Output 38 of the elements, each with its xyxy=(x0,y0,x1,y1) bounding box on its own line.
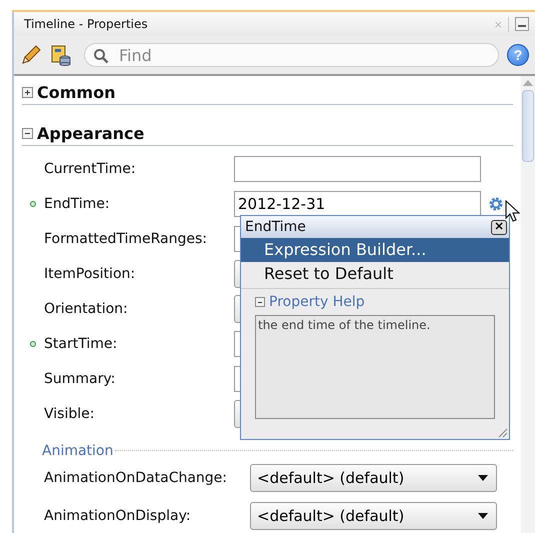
dropdown[interactable]: <default> (default) xyxy=(250,464,497,492)
help-text: the end time of the timeline. xyxy=(255,315,495,419)
mouse-pointer-icon xyxy=(505,200,521,224)
property-label: EndTime: xyxy=(44,196,111,212)
dropdown-arrow-icon xyxy=(478,513,488,519)
property-label: AnimationOnDisplay: xyxy=(44,508,192,524)
property-label: AnimationOnDataChange: xyxy=(44,470,228,486)
subsection-title: Animation xyxy=(42,443,114,459)
help-title: Property Help xyxy=(269,294,365,310)
resize-grip-icon[interactable] xyxy=(498,428,508,438)
property-label: ItemPosition: xyxy=(44,266,136,282)
document-database-icon[interactable] xyxy=(50,44,72,66)
pencil-icon[interactable] xyxy=(20,44,42,66)
menu-item[interactable]: Reset to Default xyxy=(241,262,509,286)
expand-icon[interactable] xyxy=(22,86,33,98)
scrollbar[interactable] xyxy=(521,76,535,533)
text-field[interactable] xyxy=(234,156,481,182)
search-field[interactable]: Find xyxy=(84,43,499,67)
collapse-icon[interactable] xyxy=(22,128,33,138)
collapse-icon[interactable] xyxy=(255,297,265,307)
property-label: FormattedTimeRanges: xyxy=(44,230,208,246)
window-title: Timeline - Properties xyxy=(24,17,149,31)
dropdown-arrow-icon xyxy=(478,475,488,481)
close-button[interactable]: ✕ xyxy=(491,220,507,234)
dropdown[interactable]: <default> (default) xyxy=(250,502,497,530)
minimize-button[interactable] xyxy=(515,17,529,31)
gear-icon[interactable] xyxy=(488,196,504,212)
property-label: CurrentTime: xyxy=(44,160,137,176)
section-header[interactable]: Appearance xyxy=(22,121,513,146)
property-label: StartTime: xyxy=(44,336,118,352)
property-label: Orientation: xyxy=(44,300,129,316)
section-header[interactable]: Common xyxy=(22,80,513,105)
text-field[interactable]: 2012-12-31 xyxy=(234,190,481,216)
menu-item[interactable]: Expression Builder... xyxy=(241,238,509,262)
property-label: Summary: xyxy=(44,370,116,386)
property-label: Visible: xyxy=(44,406,96,422)
popup-title: EndTime xyxy=(245,219,306,235)
scrollbar-thumb[interactable] xyxy=(522,90,534,162)
